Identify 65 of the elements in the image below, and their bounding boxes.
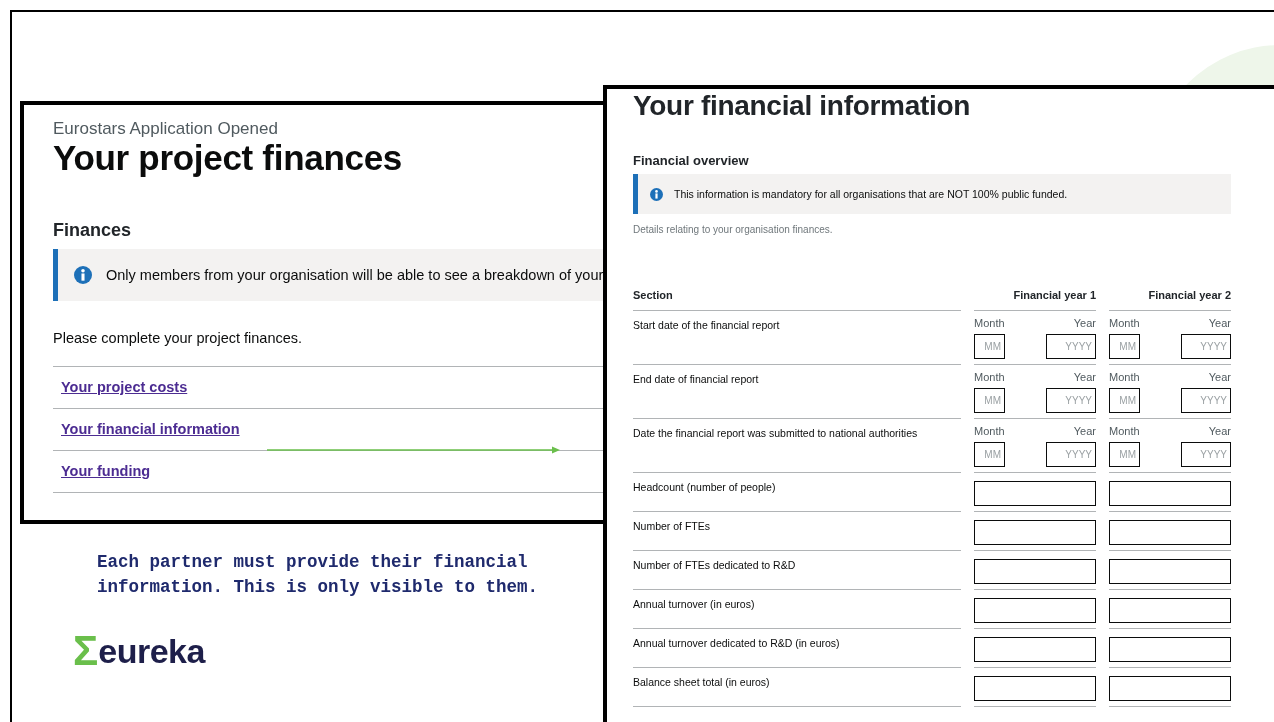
month-field[interactable]: MM	[974, 333, 1005, 359]
year-field[interactable]: YYYY	[1181, 441, 1231, 467]
input-field[interactable]	[1109, 675, 1231, 701]
page-title: Your project finances	[53, 139, 403, 178]
logo-symbol: Σ	[73, 630, 99, 672]
input-field[interactable]	[1109, 558, 1231, 584]
year-field[interactable]: YYYY	[1046, 387, 1096, 413]
section-heading: Finances	[53, 219, 133, 242]
slide-caption: Each partner must provide their financial information. This is only visible to them.	[97, 551, 540, 599]
task-link[interactable]: Your financial information	[61, 418, 240, 441]
month-field[interactable]: MM	[974, 387, 1005, 413]
year-field[interactable]: YYYY	[1181, 387, 1231, 413]
field-label: Year	[1208, 425, 1231, 437]
month-field[interactable]: MM	[1109, 441, 1140, 467]
row-label: Start date of the financial report	[633, 318, 780, 331]
info-icon	[74, 266, 92, 285]
field-label: Month	[1109, 317, 1140, 329]
field-label: Year	[1208, 317, 1231, 329]
input-field[interactable]	[974, 675, 1096, 701]
input-field[interactable]	[974, 597, 1096, 623]
field-label: Year	[1073, 317, 1096, 329]
input-field[interactable]	[1109, 480, 1231, 506]
page-caption: Eurostars Application Opened	[53, 119, 279, 140]
field-label: Year	[1073, 371, 1096, 383]
month-field[interactable]: MM	[1109, 387, 1140, 413]
task-link[interactable]: Your funding	[61, 460, 151, 483]
row-label: End date of financial report	[633, 372, 759, 385]
input-field[interactable]	[1109, 519, 1231, 545]
field-label: Year	[1208, 371, 1231, 383]
logo-text: eureka	[98, 634, 205, 668]
year-field[interactable]: YYYY	[1046, 441, 1096, 467]
notice-text: This information is mandatory for all organisations that are NOT 100% public funded.	[674, 186, 1068, 202]
year-field[interactable]: YYYY	[1181, 333, 1231, 359]
year-field[interactable]: YYYY	[1046, 333, 1096, 359]
column-header: Financial year 1	[974, 287, 1096, 311]
row-label: Annual turnover dedicated to R&D (in euros)	[633, 636, 840, 649]
field-label: Month	[1109, 425, 1140, 437]
input-field[interactable]	[1109, 636, 1231, 662]
input-field[interactable]	[974, 519, 1096, 545]
info-icon	[650, 187, 663, 201]
field-label: Month	[974, 425, 1005, 437]
intro-text: Please complete your project finances.	[53, 329, 304, 349]
row-label: Number of FTEs dedicated to R&D	[633, 558, 796, 571]
column-header: Financial year 2	[1109, 287, 1231, 311]
field-label: Month	[974, 317, 1005, 329]
field-label: Month	[974, 371, 1005, 383]
hint-text: Details relating to your organisation finances.	[633, 223, 834, 238]
row-label: Balance sheet total (in euros)	[633, 675, 770, 688]
month-field[interactable]: MM	[1109, 333, 1140, 359]
page-title: Your financial information	[633, 91, 972, 122]
field-label: Month	[1109, 371, 1140, 383]
input-field[interactable]	[974, 636, 1096, 662]
row-label: Annual turnover (in euros)	[633, 597, 755, 610]
input-field[interactable]	[974, 480, 1096, 506]
column-header: Section	[633, 287, 961, 311]
notice-text: Only members from your organisation will be able to see a breakdown of your	[106, 265, 604, 285]
task-link[interactable]: Your project costs	[61, 376, 188, 399]
field-label: Year	[1073, 425, 1096, 437]
row-label: Date the financial report was submitted to national authorities	[633, 426, 918, 439]
input-field[interactable]	[1109, 597, 1231, 623]
row-label: Number of FTEs	[633, 519, 711, 532]
input-field[interactable]	[974, 558, 1096, 584]
month-field[interactable]: MM	[974, 441, 1005, 467]
row-label: Headcount (number of people)	[633, 480, 776, 493]
section-heading: Financial overview	[633, 152, 750, 169]
